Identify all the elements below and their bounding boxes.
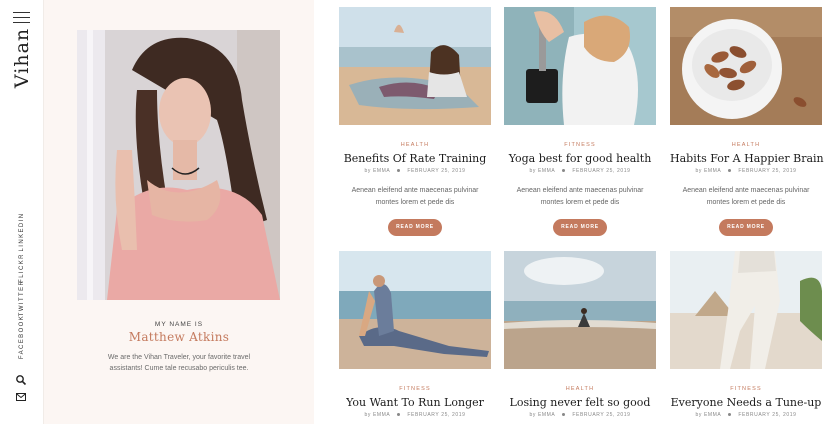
post-thumbnail[interactable] — [504, 7, 656, 125]
post-card: FITNESS Everyone Needs a Tune-up by EMMA… — [670, 251, 822, 418]
social-link-flickr[interactable]: FLICKR — [19, 253, 25, 283]
post-excerpt: Aenean eleifend ante maecenas pulvinar m… — [351, 187, 479, 206]
post-thumbnail[interactable] — [670, 251, 822, 369]
search-icon[interactable] — [15, 374, 27, 386]
post-excerpt: Aenean eleifend ante maecenas pulvinar m… — [682, 187, 810, 206]
post-category[interactable]: FITNESS — [670, 386, 822, 392]
left-rail: Vihan LINKEDIN FLICKR TWITTER FACEBOOK — [0, 0, 44, 424]
post-category[interactable]: HEALTH — [670, 142, 822, 148]
author-portrait-image — [77, 30, 280, 300]
post-card: HEALTH Habits For A Happier Brain by EMM… — [670, 7, 824, 236]
post-date: FEBRUARY 25, 2019 — [572, 168, 631, 174]
post-title[interactable]: Yoga best for good health — [504, 152, 656, 165]
meta-separator — [397, 413, 401, 417]
post-category[interactable]: HEALTH — [504, 386, 656, 392]
post-category[interactable]: HEALTH — [339, 142, 491, 148]
post-title[interactable]: Everyone Needs a Tune-up — [670, 396, 822, 409]
meta-separator — [728, 169, 732, 173]
author-profile: MY NAME IS Matthew Atkins We are the Vih… — [44, 0, 314, 424]
post-title[interactable]: You Want To Run Longer — [339, 396, 491, 409]
post-meta: by EMMA FEBRUARY 25, 2019 — [339, 168, 491, 174]
post-meta: by EMMA FEBRUARY 25, 2019 — [504, 412, 656, 418]
post-title[interactable]: Habits For A Happier Brain — [670, 152, 824, 165]
read-more-button[interactable]: READ MORE — [553, 219, 607, 236]
post-date: FEBRUARY 25, 2019 — [738, 412, 797, 418]
social-link-linkedin[interactable]: LINKEDIN — [19, 213, 25, 252]
post-title[interactable]: Benefits Of Rate Training — [339, 152, 491, 165]
read-more-button[interactable]: READ MORE — [388, 219, 442, 236]
post-card: FITNESS Yoga best for good health by EMM… — [504, 7, 656, 236]
post-thumbnail[interactable] — [670, 7, 822, 125]
read-more-button[interactable]: READ MORE — [719, 219, 773, 236]
post-meta: by EMMA FEBRUARY 25, 2019 — [670, 412, 822, 418]
hamburger-icon[interactable] — [13, 12, 30, 23]
meta-separator — [562, 413, 566, 417]
post-author[interactable]: by EMMA — [530, 412, 556, 418]
profile-bio: We are the Vihan Traveler, your favorite… — [107, 354, 251, 372]
meta-separator — [728, 413, 732, 417]
profile-kicker: MY NAME IS — [154, 321, 204, 328]
post-card: HEALTH Benefits Of Rate Training by EMMA… — [339, 7, 491, 236]
brand-logo[interactable]: Vihan — [11, 28, 33, 88]
post-author[interactable]: by EMMA — [365, 412, 391, 418]
post-card: HEALTH Losing never felt so good by EMMA… — [504, 251, 656, 418]
post-thumbnail[interactable] — [339, 7, 491, 125]
profile-name[interactable]: Matthew Atkins — [44, 330, 314, 344]
post-author[interactable]: by EMMA — [696, 412, 722, 418]
post-date: FEBRUARY 25, 2019 — [572, 412, 631, 418]
post-meta: by EMMA FEBRUARY 25, 2019 — [339, 412, 491, 418]
social-link-facebook[interactable]: FACEBOOK — [19, 315, 25, 359]
post-date: FEBRUARY 25, 2019 — [407, 168, 466, 174]
post-meta: by EMMA FEBRUARY 25, 2019 — [504, 168, 656, 174]
meta-separator — [562, 169, 566, 173]
post-author[interactable]: by EMMA — [696, 168, 722, 174]
post-author[interactable]: by EMMA — [530, 168, 556, 174]
post-meta: by EMMA FEBRUARY 25, 2019 — [670, 168, 822, 174]
post-date: FEBRUARY 25, 2019 — [407, 412, 466, 418]
meta-separator — [397, 169, 401, 173]
post-category[interactable]: FITNESS — [339, 386, 491, 392]
social-link-twitter[interactable]: TWITTER — [19, 280, 25, 316]
post-author[interactable]: by EMMA — [365, 168, 391, 174]
post-category[interactable]: FITNESS — [504, 142, 656, 148]
post-thumbnail[interactable] — [339, 251, 491, 369]
post-thumbnail[interactable] — [504, 251, 656, 369]
post-date: FEBRUARY 25, 2019 — [738, 168, 797, 174]
post-excerpt: Aenean eleifend ante maecenas pulvinar m… — [516, 187, 644, 206]
post-card: FITNESS You Want To Run Longer by EMMA FE… — [339, 251, 491, 418]
mail-icon[interactable] — [15, 391, 27, 403]
post-title[interactable]: Losing never felt so good — [504, 396, 656, 409]
